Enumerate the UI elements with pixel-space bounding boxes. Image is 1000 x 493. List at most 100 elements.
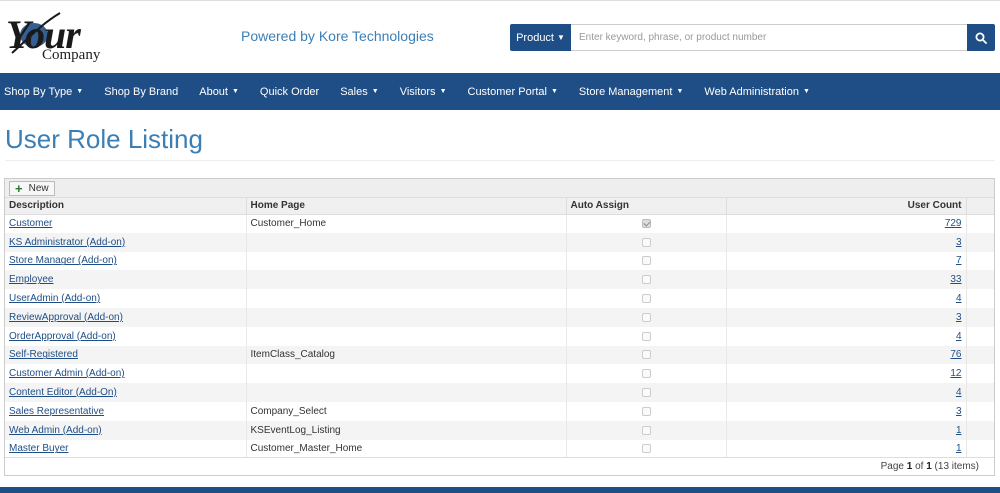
page-title: User Role Listing	[5, 124, 203, 154]
cell-description: Store Manager (Add-on)	[5, 251, 247, 271]
cell-spacer	[966, 270, 994, 290]
user-role-grid: + New Description Home Page Auto Assign …	[4, 178, 995, 476]
role-description-link[interactable]: Content Editor (Add-On)	[9, 387, 117, 398]
cell-description: Self-Registered	[5, 345, 247, 365]
role-description-link[interactable]: Customer Admin (Add-on)	[9, 368, 125, 379]
user-count-link[interactable]: 1	[956, 443, 962, 454]
cell-auto-assign	[566, 232, 727, 252]
nav-item-label: Customer Portal	[467, 85, 547, 98]
cell-auto-assign	[566, 383, 727, 402]
cell-home-page: Company_Select	[246, 401, 567, 421]
role-description-link[interactable]: OrderApproval (Add-on)	[9, 331, 116, 342]
table-row: Sales Representative Company_Select 3	[5, 401, 994, 421]
cell-user-count: 729	[726, 214, 967, 233]
auto-assign-checkbox	[641, 331, 651, 341]
logo-company-text: Company	[42, 47, 101, 63]
caret-down-icon: ▼	[803, 88, 810, 95]
role-description-link[interactable]: KS Administrator (Add-on)	[9, 237, 125, 248]
user-count-link[interactable]: 7	[956, 255, 962, 266]
search-button[interactable]	[967, 24, 995, 51]
nav-item-visitors[interactable]: Visitors ▼	[400, 86, 447, 98]
role-description-link[interactable]: Master Buyer	[9, 443, 68, 454]
cell-user-count: 4	[726, 289, 967, 308]
role-description-link[interactable]: Employee	[9, 274, 53, 285]
caret-down-icon: ▼	[76, 88, 84, 95]
cell-user-count: 3	[726, 232, 967, 252]
column-header-user-count[interactable]: User Count	[726, 198, 967, 215]
company-logo[interactable]: Your Company	[4, 9, 124, 65]
cell-home-page	[246, 232, 567, 252]
cell-home-page	[246, 364, 567, 384]
role-description-link[interactable]: ReviewApproval (Add-on)	[9, 312, 123, 323]
user-count-link[interactable]: 4	[956, 331, 962, 342]
pager: Page 1 of 1 (13 items)	[5, 457, 994, 475]
nav-item-web-administration[interactable]: Web Administration ▼	[704, 86, 810, 98]
table-row: Store Manager (Add-on) 7	[5, 251, 994, 271]
search-category-dropdown[interactable]: Product ▼	[510, 24, 571, 51]
nav-item-about[interactable]: About ▼	[199, 86, 239, 98]
user-count-link[interactable]: 1	[956, 425, 962, 436]
new-button[interactable]: + New	[9, 181, 55, 196]
column-header-auto-assign[interactable]: Auto Assign	[566, 198, 727, 215]
user-count-link[interactable]: 729	[945, 218, 962, 229]
search-input[interactable]	[571, 24, 967, 51]
grid-table: Description Home Page Auto Assign User C…	[5, 198, 994, 459]
user-count-link[interactable]: 76	[950, 349, 961, 360]
cell-home-page	[246, 251, 567, 271]
cell-description: Employee	[5, 270, 247, 290]
nav-item-customer-portal[interactable]: Customer Portal ▼	[468, 86, 558, 98]
auto-assign-checkbox	[641, 275, 651, 285]
user-count-link[interactable]: 3	[956, 406, 962, 417]
pager-items: (13 items)	[934, 461, 979, 472]
cell-description: UserAdmin (Add-on)	[5, 289, 247, 308]
cell-home-page	[246, 270, 567, 290]
cell-spacer	[966, 383, 994, 402]
nav-item-label: About	[199, 85, 228, 98]
auto-assign-checkbox	[641, 369, 651, 379]
role-description-link[interactable]: UserAdmin (Add-on)	[9, 293, 100, 304]
auto-assign-checkbox	[641, 387, 651, 397]
role-description-link[interactable]: Customer	[9, 218, 52, 229]
column-header-description[interactable]: Description	[5, 198, 247, 215]
cell-user-count: 3	[726, 401, 967, 421]
nav-item-label: Store Management	[578, 85, 673, 98]
role-description-link[interactable]: Self-Registered	[9, 349, 78, 360]
user-count-link[interactable]: 12	[950, 368, 961, 379]
user-count-link[interactable]: 4	[956, 387, 962, 398]
table-row: Customer Customer_Home 729	[5, 214, 994, 233]
nav-item-store-management[interactable]: Store Management ▼	[579, 86, 684, 98]
cell-home-page: Customer_Home	[246, 214, 567, 233]
cell-user-count: 3	[726, 307, 967, 327]
auto-assign-checkbox	[641, 406, 651, 416]
caret-down-icon: ▼	[557, 33, 565, 42]
caret-down-icon: ▼	[439, 88, 447, 95]
table-row: Employee 33	[5, 270, 994, 290]
cell-spacer	[966, 420, 994, 440]
cell-auto-assign	[566, 345, 727, 365]
cell-home-page	[246, 383, 567, 402]
user-count-link[interactable]: 33	[950, 274, 961, 285]
cell-home-page: KSEventLog_Listing	[246, 420, 567, 440]
user-count-link[interactable]: 3	[956, 312, 962, 323]
nav-item-sales[interactable]: Sales ▼	[340, 86, 378, 98]
user-count-link[interactable]: 4	[956, 293, 962, 304]
auto-assign-checkbox	[641, 350, 651, 360]
column-header-home-page[interactable]: Home Page	[246, 198, 567, 215]
table-row: OrderApproval (Add-on) 4	[5, 326, 994, 346]
cell-spacer	[966, 327, 994, 346]
nav-item-quick-order[interactable]: Quick Order	[260, 86, 319, 98]
table-row: Content Editor (Add-On) 4	[5, 383, 994, 402]
user-count-link[interactable]: 3	[956, 237, 962, 248]
cell-home-page: ItemClass_Catalog	[246, 345, 567, 365]
nav-item-shop-by-type[interactable]: Shop By Type ▼	[4, 86, 83, 98]
role-description-link[interactable]: Sales Representative	[9, 406, 104, 417]
nav-item-shop-by-brand[interactable]: Shop By Brand	[104, 86, 178, 98]
auto-assign-checkbox	[641, 312, 651, 322]
cell-auto-assign	[566, 326, 727, 346]
table-row: ReviewApproval (Add-on) 3	[5, 307, 994, 327]
grid-toolbar: + New	[5, 179, 994, 198]
role-description-link[interactable]: Store Manager (Add-on)	[9, 255, 117, 266]
role-description-link[interactable]: Web Admin (Add-on)	[9, 425, 102, 436]
cell-home-page: Customer_Master_Home	[246, 439, 567, 459]
new-button-label: New	[28, 183, 49, 194]
